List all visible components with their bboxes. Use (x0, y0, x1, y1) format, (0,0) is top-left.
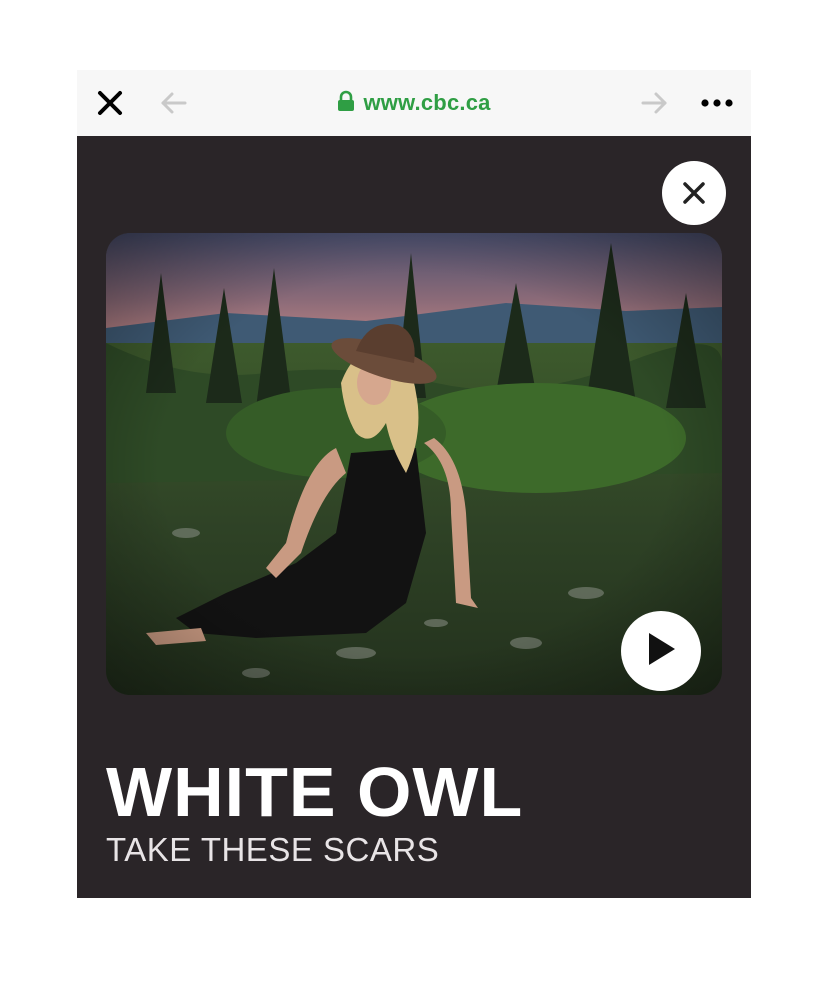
lock-icon (337, 90, 355, 117)
forward-arrow-icon[interactable] (639, 88, 669, 118)
more-icon[interactable] (699, 92, 735, 114)
song-subtitle: TAKE THESE SCARS (106, 831, 440, 868)
browser-toolbar: www.cbc.ca (77, 70, 751, 136)
url-text: www.cbc.ca (363, 90, 491, 115)
artist-title: WHITE OWL (106, 753, 524, 831)
play-button[interactable] (621, 611, 701, 691)
artist-photo (106, 233, 722, 695)
close-icon[interactable] (662, 161, 726, 225)
play-icon (645, 631, 677, 672)
music-card: WHITE OWL TAKE THESE SCARS (77, 136, 751, 898)
